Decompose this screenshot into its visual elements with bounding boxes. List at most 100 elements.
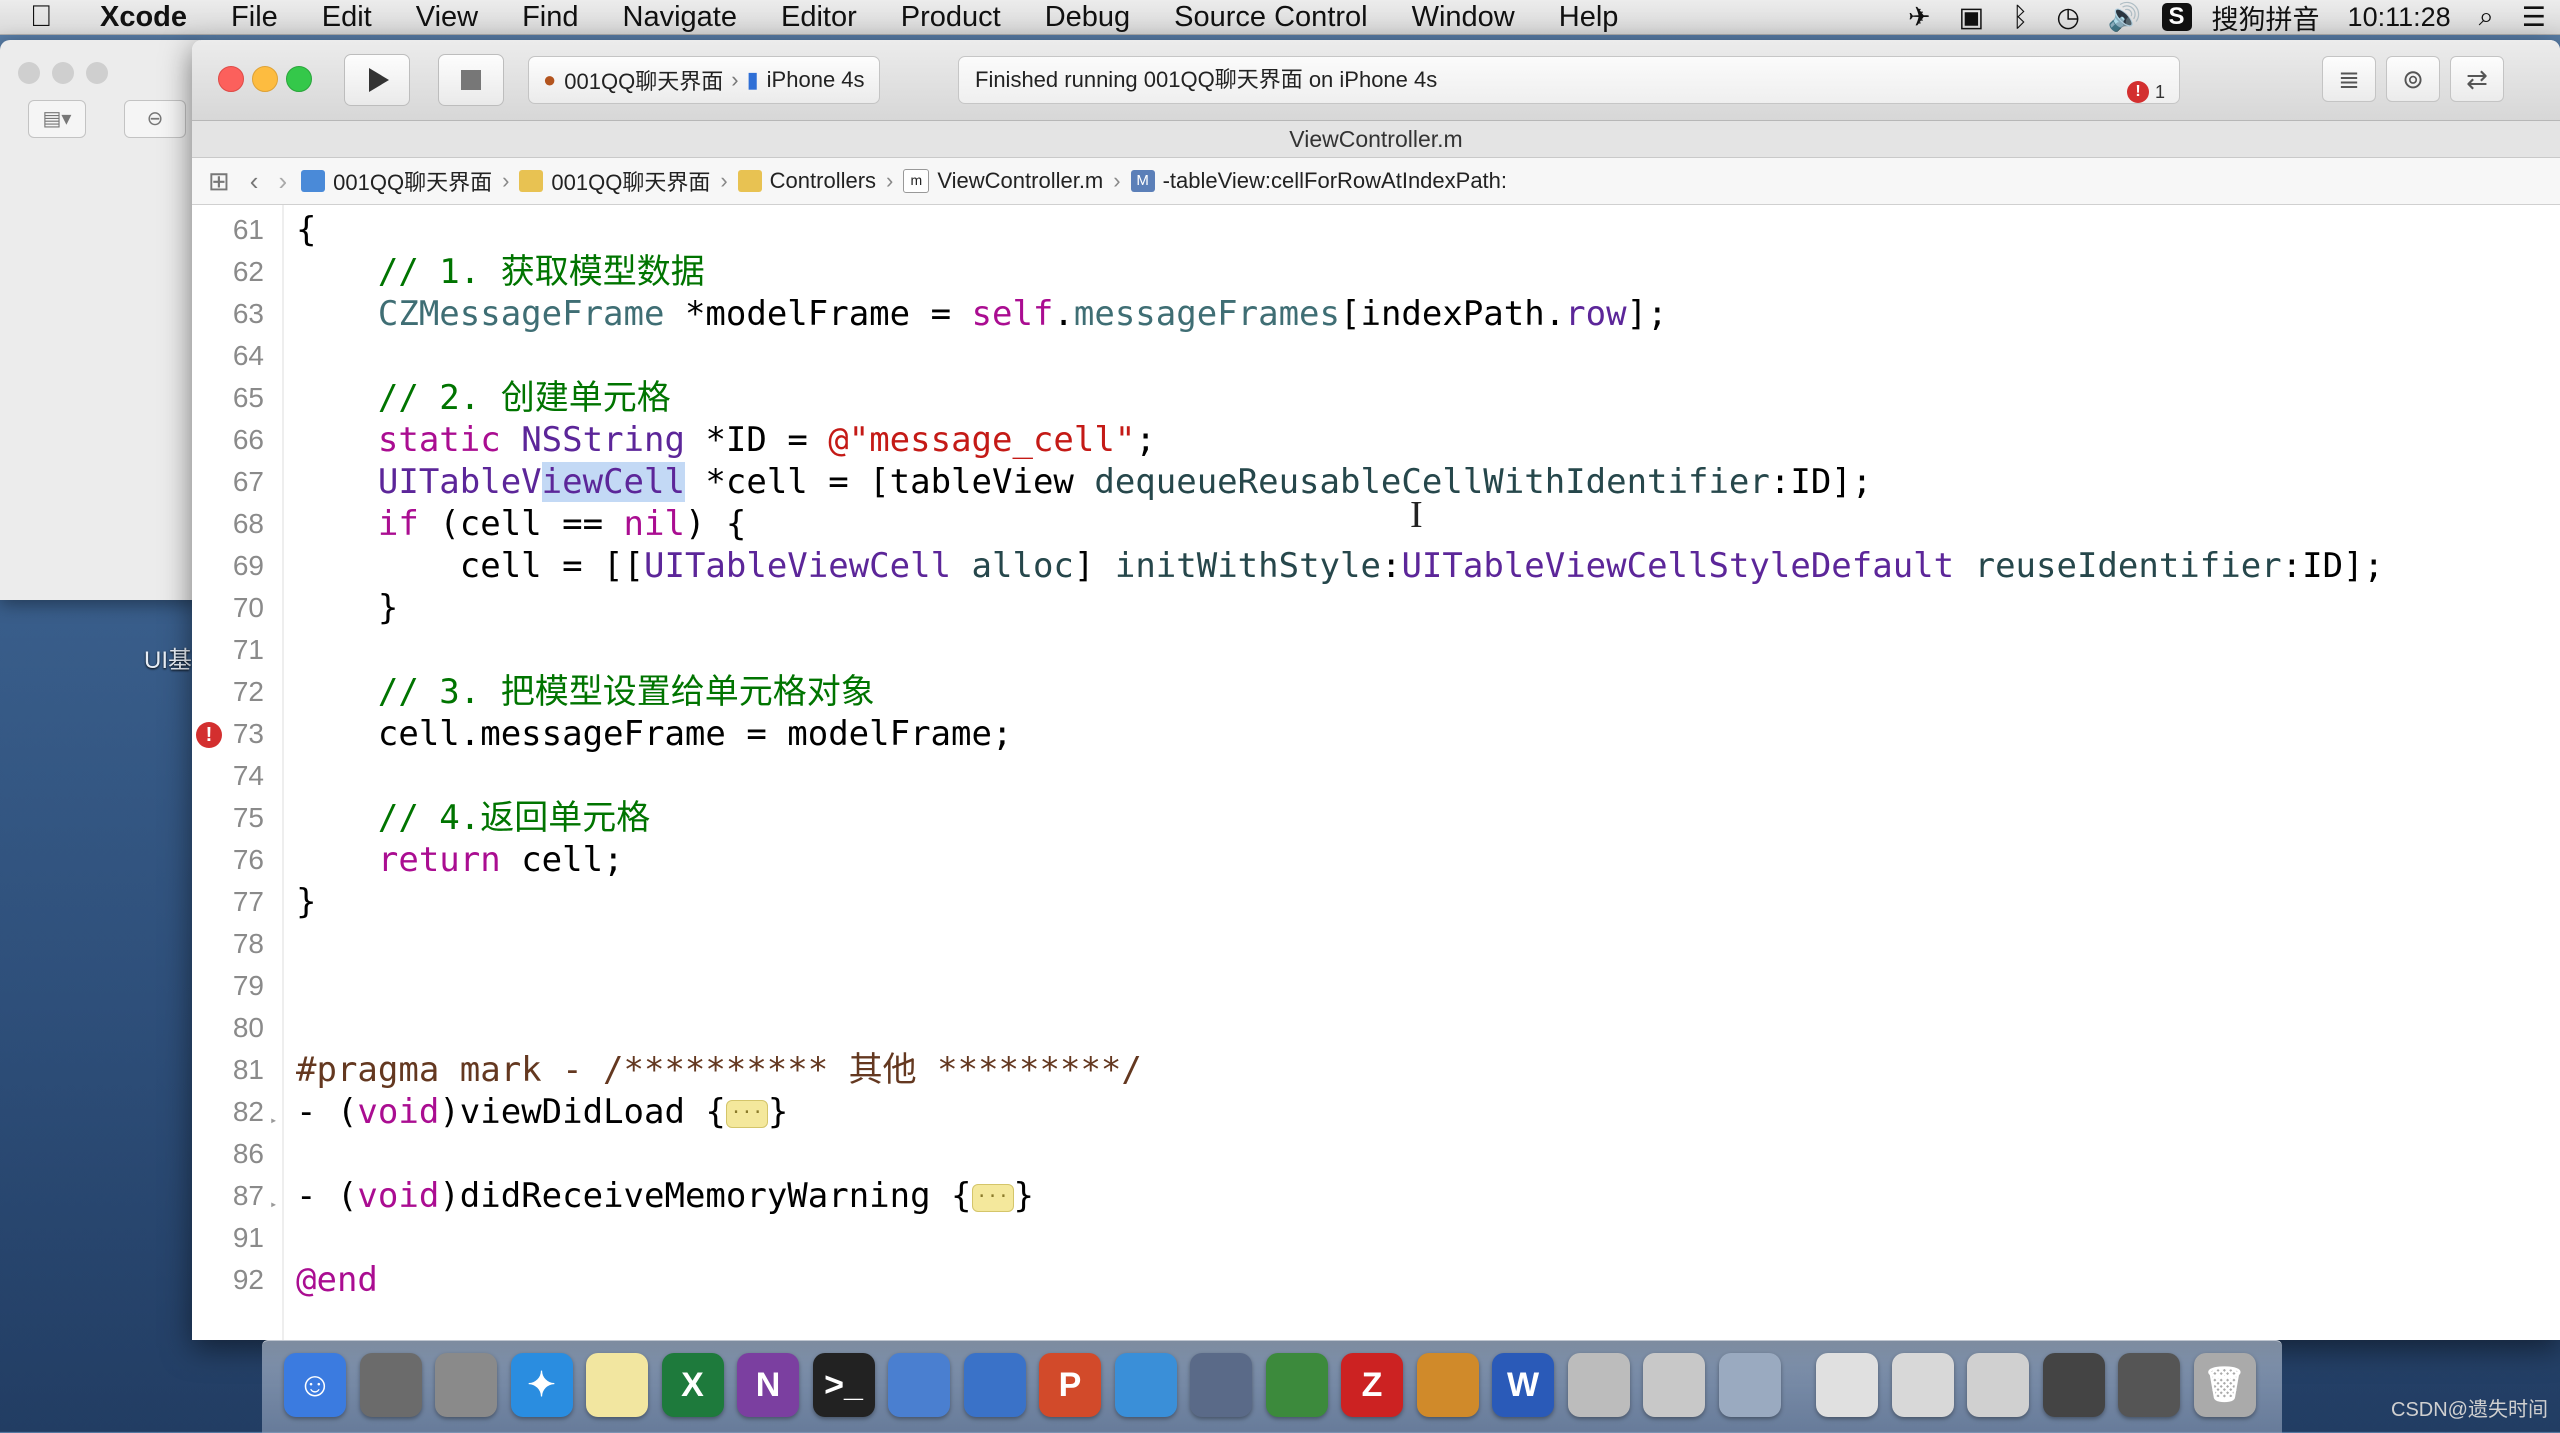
menu-debug[interactable]: Debug: [1023, 1, 1152, 34]
mail-icon[interactable]: [1816, 1353, 1878, 1417]
menu-view[interactable]: View: [394, 1, 500, 34]
source-editor[interactable]: 61 { 62 // 1. 获取模型数据 63 CZMessageFrame *m…: [192, 205, 2560, 1340]
safari-icon[interactable]: ✦: [510, 1353, 573, 1417]
notes-icon[interactable]: [586, 1353, 648, 1417]
bluetooth-icon[interactable]: ᛒ: [1998, 2, 2042, 33]
display-icon[interactable]: [2118, 1353, 2180, 1417]
text-app-icon[interactable]: [1643, 1353, 1705, 1417]
code-line[interactable]: 61 {: [192, 209, 2552, 251]
zoom-out-icon[interactable]: ⊖: [124, 100, 186, 138]
powerpoint-icon[interactable]: P: [1039, 1353, 1101, 1417]
menu-source-control[interactable]: Source Control: [1152, 1, 1389, 34]
code-line[interactable]: 62 // 1. 获取模型数据: [192, 251, 2552, 293]
back-arrow-icon[interactable]: ‹: [240, 166, 269, 197]
close-icon[interactable]: [18, 62, 40, 84]
version-editor-icon[interactable]: ⇄: [2450, 56, 2504, 102]
ftp-icon[interactable]: [1265, 1353, 1328, 1417]
code-line[interactable]: 92 @end: [192, 1259, 2552, 1301]
menu-edit[interactable]: Edit: [300, 1, 394, 34]
instruments-icon[interactable]: [1114, 1353, 1177, 1417]
code-line[interactable]: 79: [192, 965, 2552, 1007]
spotlight-search-icon[interactable]: ⌕: [2465, 1, 2508, 33]
breadcrumb-method[interactable]: M -tableView:cellForRowAtIndexPath:: [1127, 168, 1511, 194]
code-line[interactable]: 81 #pragma mark - /********** 其他 ********…: [192, 1049, 2552, 1091]
run-button[interactable]: [344, 54, 410, 106]
code-line[interactable]: 65 // 2. 创建单元格: [192, 377, 2552, 419]
keynote-folder-icon[interactable]: [963, 1353, 1026, 1417]
word-icon[interactable]: W: [1492, 1353, 1554, 1417]
menu-find[interactable]: Find: [500, 1, 600, 34]
code-line[interactable]: 72 // 3. 把模型设置给单元格对象: [192, 671, 2552, 713]
code-line[interactable]: 69 cell = [[UITableViewCell alloc] initW…: [192, 545, 2552, 587]
related-items-icon[interactable]: ⊞: [192, 166, 240, 197]
preview-icon[interactable]: [1718, 1353, 1781, 1417]
screen-record-icon[interactable]: ▣: [1945, 2, 1999, 33]
menu-window[interactable]: Window: [1390, 1, 1537, 34]
breadcrumb-project[interactable]: 001QQ聊天界面: [297, 165, 496, 197]
code-line[interactable]: 74: [192, 755, 2552, 797]
documents-icon[interactable]: [1891, 1353, 1954, 1417]
code-line[interactable]: 71: [192, 629, 2552, 671]
filezilla-icon[interactable]: Z: [1341, 1353, 1403, 1417]
menu-help[interactable]: Help: [1537, 1, 1641, 34]
code-line[interactable]: 67 UITableViewCell *cell = [tableView de…: [192, 461, 2552, 503]
clock[interactable]: 10:11:28: [2334, 2, 2465, 33]
background-window[interactable]: ▤▾ ⊖: [0, 40, 200, 600]
minimize-icon[interactable]: [52, 62, 74, 84]
code-line[interactable]: 77}: [192, 881, 2552, 923]
volume-icon[interactable]: 🔊: [2094, 1, 2156, 33]
scheme-selector[interactable]: ● 001QQ聊天界面 › ▮ iPhone 4s: [528, 56, 880, 104]
close-icon[interactable]: [218, 66, 244, 92]
code-line[interactable]: 66 static NSString *ID = @"message_cell"…: [192, 419, 2552, 461]
code-line[interactable]: 70 }: [192, 587, 2552, 629]
menu-app[interactable]: Xcode: [74, 1, 209, 34]
folded-code-icon[interactable]: ···: [725, 1099, 768, 1128]
code-line[interactable]: 64: [192, 335, 2552, 377]
code-line[interactable]: 63 CZMessageFrame *modelFrame = self.mes…: [192, 293, 2552, 335]
downloads-icon[interactable]: [1967, 1353, 2029, 1417]
airplane-icon[interactable]: ✈: [1894, 2, 1945, 33]
code-line[interactable]: 91: [192, 1217, 2552, 1259]
font-app-icon[interactable]: [1567, 1353, 1630, 1417]
breadcrumb-group[interactable]: 001QQ聊天界面: [515, 165, 714, 197]
system-preferences-icon[interactable]: [359, 1353, 422, 1417]
code-line[interactable]: 75 // 4.返回单元格: [192, 797, 2552, 839]
input-method-label[interactable]: 搜狗拼音: [2198, 0, 2334, 37]
launchpad-icon[interactable]: [435, 1353, 497, 1417]
trash-icon[interactable]: 🗑: [2193, 1353, 2256, 1417]
code-line[interactable]: 87 ▸ - (void)didReceiveMemoryWarning {···}: [192, 1175, 2552, 1217]
forward-arrow-icon[interactable]: ›: [268, 166, 297, 197]
code-line[interactable]: 76 return cell;: [192, 839, 2552, 881]
code-line[interactable]: 80: [192, 1007, 2552, 1049]
excel-icon[interactable]: X: [661, 1353, 724, 1417]
network-icon[interactable]: [2042, 1353, 2105, 1417]
menu-editor[interactable]: Editor: [759, 1, 879, 34]
time-machine-icon[interactable]: ◷: [2042, 2, 2094, 33]
finder-icon[interactable]: ☺: [284, 1353, 346, 1417]
code-line-error[interactable]: ! 73 cell.messageFrame = modelFrame;: [192, 713, 2552, 755]
stop-button[interactable]: [438, 54, 504, 106]
menu-product[interactable]: Product: [879, 1, 1023, 34]
code-line[interactable]: 78: [192, 923, 2552, 965]
breadcrumb-controllers[interactable]: Controllers: [734, 168, 880, 194]
menu-navigate[interactable]: Navigate: [601, 1, 759, 34]
zoom-icon[interactable]: [86, 62, 108, 84]
code-line[interactable]: 86: [192, 1133, 2552, 1175]
onenote-icon[interactable]: N: [737, 1353, 799, 1417]
fullscreen-icon[interactable]: [286, 66, 312, 92]
assistant-editor-icon[interactable]: ⊚: [2386, 56, 2440, 102]
scheme-device[interactable]: iPhone 4s: [767, 67, 865, 93]
notification-center-icon[interactable]: ☰: [2508, 2, 2560, 33]
code-line[interactable]: 82 ▸ - (void)viewDidLoad {···}: [192, 1091, 2552, 1133]
sogou-icon[interactable]: S: [2161, 3, 2192, 31]
xcode-tools-icon[interactable]: [1416, 1353, 1479, 1417]
xcode-icon[interactable]: [888, 1353, 950, 1417]
photo-booth-icon[interactable]: [1190, 1353, 1252, 1417]
breadcrumb-file[interactable]: m ViewController.m: [899, 168, 1107, 194]
apple-menu-icon[interactable]: : [30, 0, 74, 34]
issue-badge[interactable]: ! 1: [2126, 69, 2165, 115]
folded-code-icon[interactable]: ···: [971, 1183, 1014, 1212]
scheme-target[interactable]: 001QQ聊天界面: [564, 64, 723, 96]
terminal-icon[interactable]: >_: [812, 1353, 875, 1417]
code-line[interactable]: 68 if (cell == nil) {: [192, 503, 2552, 545]
